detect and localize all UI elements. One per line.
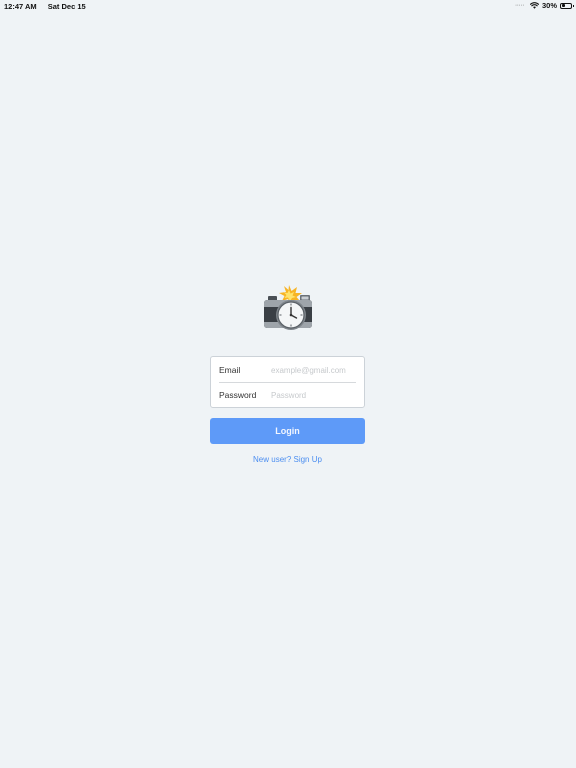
email-label: Email bbox=[219, 365, 241, 375]
login-button[interactable]: Login bbox=[210, 418, 365, 444]
battery-level-fill bbox=[561, 4, 565, 7]
password-label: Password bbox=[219, 390, 257, 400]
status-time: 12:47 AM bbox=[4, 2, 37, 11]
wifi-icon bbox=[529, 2, 539, 9]
signup-link[interactable]: New user? Sign Up bbox=[210, 455, 365, 464]
status-date: Sat Dec 15 bbox=[47, 2, 86, 11]
email-row: Email bbox=[219, 358, 356, 382]
battery-percent: 30% bbox=[541, 1, 557, 10]
login-form: Email Password bbox=[210, 356, 365, 408]
email-input[interactable] bbox=[271, 363, 356, 377]
password-input[interactable] bbox=[271, 388, 356, 402]
password-row: Password bbox=[219, 383, 356, 407]
camera-with-timer-icon bbox=[264, 285, 312, 330]
battery-icon bbox=[560, 2, 574, 9]
status-bar: 12:47 AM Sat Dec 15 ····· 30% bbox=[0, 0, 576, 12]
status-right: ····· 30% bbox=[514, 1, 574, 10]
signal-dots-icon: ····· bbox=[514, 2, 525, 9]
status-left: 12:47 AM Sat Dec 15 bbox=[4, 2, 95, 11]
